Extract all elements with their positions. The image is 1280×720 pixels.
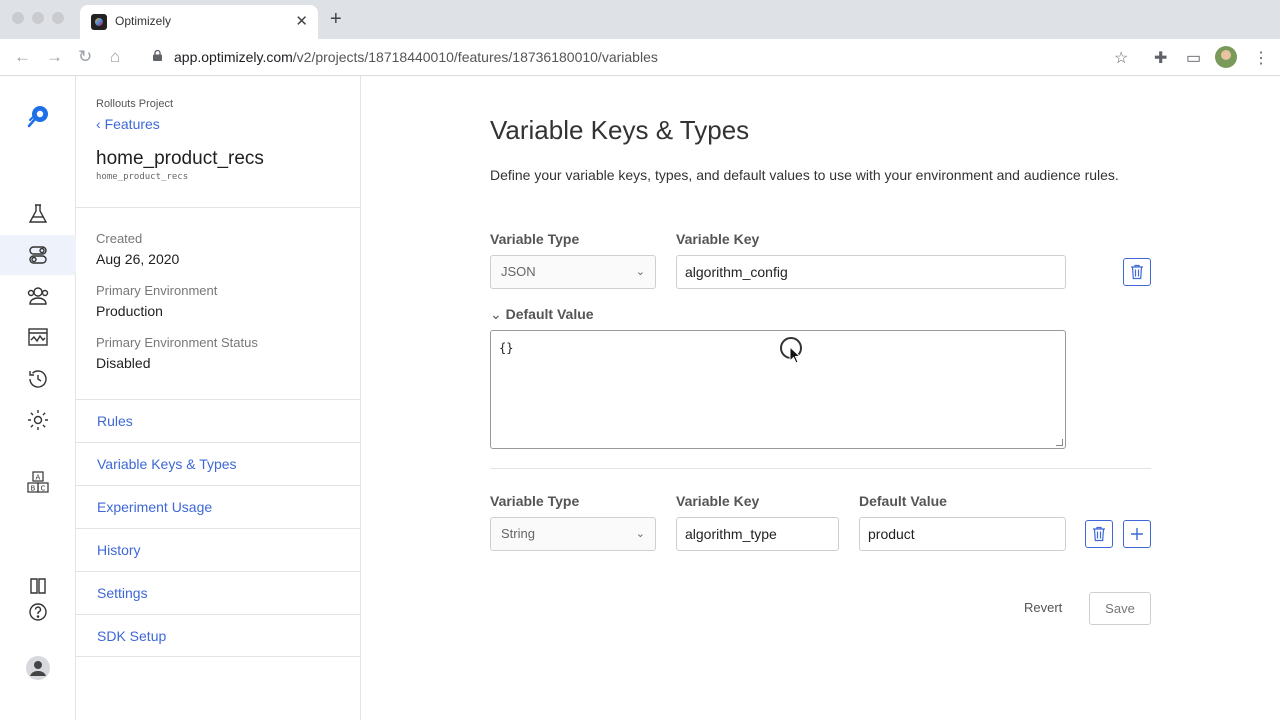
optimizely-favicon-icon	[91, 14, 107, 30]
window-zoom-control[interactable]	[52, 12, 64, 24]
forward-arrow-icon[interactable]: →	[46, 47, 63, 67]
environment-value: Production	[96, 303, 163, 319]
extensions-icon[interactable]: ✚	[1154, 48, 1167, 68]
plus-icon	[1131, 528, 1143, 540]
divider	[490, 468, 1151, 469]
back-arrow-icon[interactable]: ←	[14, 47, 31, 67]
cast-icon[interactable]: ▭	[1186, 48, 1201, 68]
lock-icon	[153, 50, 162, 61]
tab-close-icon[interactable]: ✕	[295, 12, 308, 30]
address-bar: ← → ↻ ⌂ app.optimizely.com/v2/projects/1…	[0, 39, 1280, 76]
project-name: Rollouts Project	[96, 98, 174, 110]
page-title: Variable Keys & Types	[490, 115, 750, 145]
url-text[interactable]: app.optimizely.com/v2/projects/187184400…	[174, 49, 658, 65]
toggle-icon[interactable]	[0, 235, 76, 275]
save-button[interactable]: Save	[1089, 592, 1151, 625]
settings-icon[interactable]	[0, 400, 76, 440]
variable-type-label: Variable Type	[490, 231, 580, 247]
trash-icon	[1093, 526, 1105, 542]
trash-icon	[1131, 264, 1143, 280]
created-value: Aug 26, 2020	[96, 251, 180, 267]
icon-rail: ABC	[0, 76, 76, 720]
nav-history[interactable]: History	[76, 528, 360, 571]
variable-type-label: Variable Type	[490, 493, 580, 509]
default-value-toggle[interactable]: ⌄ Default Value	[490, 306, 594, 323]
audiences-icon[interactable]	[0, 276, 76, 316]
variable-key-label: Variable Key	[676, 231, 760, 247]
browser-tab[interactable]: Optimizely ✕	[80, 5, 318, 39]
status-label: Primary Environment Status	[96, 335, 258, 350]
status-value: Disabled	[96, 355, 151, 371]
feature-name: home_product_recs	[96, 148, 264, 169]
created-label: Created	[96, 231, 143, 246]
mouse-cursor-icon	[789, 346, 801, 364]
chevron-down-icon: ⌄	[635, 266, 645, 278]
logo-icon[interactable]	[0, 96, 76, 136]
window-minimize-control[interactable]	[32, 12, 44, 24]
help-icon[interactable]	[0, 592, 76, 632]
nav-experiment-usage[interactable]: Experiment Usage	[76, 485, 360, 528]
chevron-left-icon: ‹	[96, 116, 105, 132]
environment-label: Primary Environment	[96, 283, 218, 298]
browser-tabbar: Optimizely ✕ +	[0, 0, 1280, 39]
delete-variable-button-1[interactable]	[1123, 258, 1151, 286]
variable-type-select-1[interactable]: JSON ⌄	[490, 255, 656, 289]
divider	[76, 207, 360, 208]
chevron-down-icon: ⌄	[635, 528, 645, 540]
add-variable-button[interactable]	[1123, 520, 1151, 548]
default-value-label: Default Value	[859, 493, 947, 509]
star-icon[interactable]: ☆	[1114, 48, 1128, 68]
variable-type-select-2[interactable]: String ⌄	[490, 517, 656, 551]
nav-rules[interactable]: Rules	[76, 399, 360, 442]
svg-text:B: B	[31, 485, 36, 493]
profile-avatar[interactable]	[1215, 46, 1237, 68]
default-value-textarea[interactable]: {}	[490, 330, 1066, 449]
user-icon[interactable]	[0, 648, 76, 688]
revert-button[interactable]: Revert	[1024, 600, 1062, 615]
delete-variable-button-2[interactable]	[1085, 520, 1113, 548]
variable-key-input-2[interactable]: algorithm_type	[676, 517, 839, 551]
features-back-link[interactable]: ‹ Features	[96, 116, 160, 132]
tab-title: Optimizely	[115, 14, 172, 28]
home-icon[interactable]: ⌂	[110, 47, 120, 67]
default-value-input-2[interactable]: product	[859, 517, 1066, 551]
variable-key-label: Variable Key	[676, 493, 760, 509]
chevron-down-icon: ⌄	[490, 306, 506, 322]
feature-key: home_product_recs	[96, 172, 189, 182]
menu-dots-icon[interactable]: ⋮	[1253, 48, 1269, 68]
reports-icon[interactable]	[0, 317, 76, 357]
nav-variable-keys-types[interactable]: Variable Keys & Types	[76, 442, 360, 485]
feature-panel: Rollouts Project ‹ Features home_product…	[76, 76, 361, 720]
reload-icon[interactable]: ↻	[78, 47, 92, 67]
nav-settings[interactable]: Settings	[76, 571, 360, 614]
resize-grip[interactable]	[1056, 439, 1063, 446]
flask-icon[interactable]	[0, 194, 76, 234]
nav-sdk-setup[interactable]: SDK Setup	[76, 614, 360, 657]
variable-key-input-1[interactable]: algorithm_config	[676, 255, 1066, 289]
svg-text:C: C	[41, 485, 46, 493]
page-description: Define your variable keys, types, and de…	[490, 167, 1119, 183]
new-tab-icon[interactable]: +	[330, 8, 342, 31]
svg-text:A: A	[36, 474, 41, 482]
abc-icon[interactable]: ABC	[0, 462, 76, 502]
window-close-control[interactable]	[12, 12, 24, 24]
history-icon[interactable]	[0, 359, 76, 399]
